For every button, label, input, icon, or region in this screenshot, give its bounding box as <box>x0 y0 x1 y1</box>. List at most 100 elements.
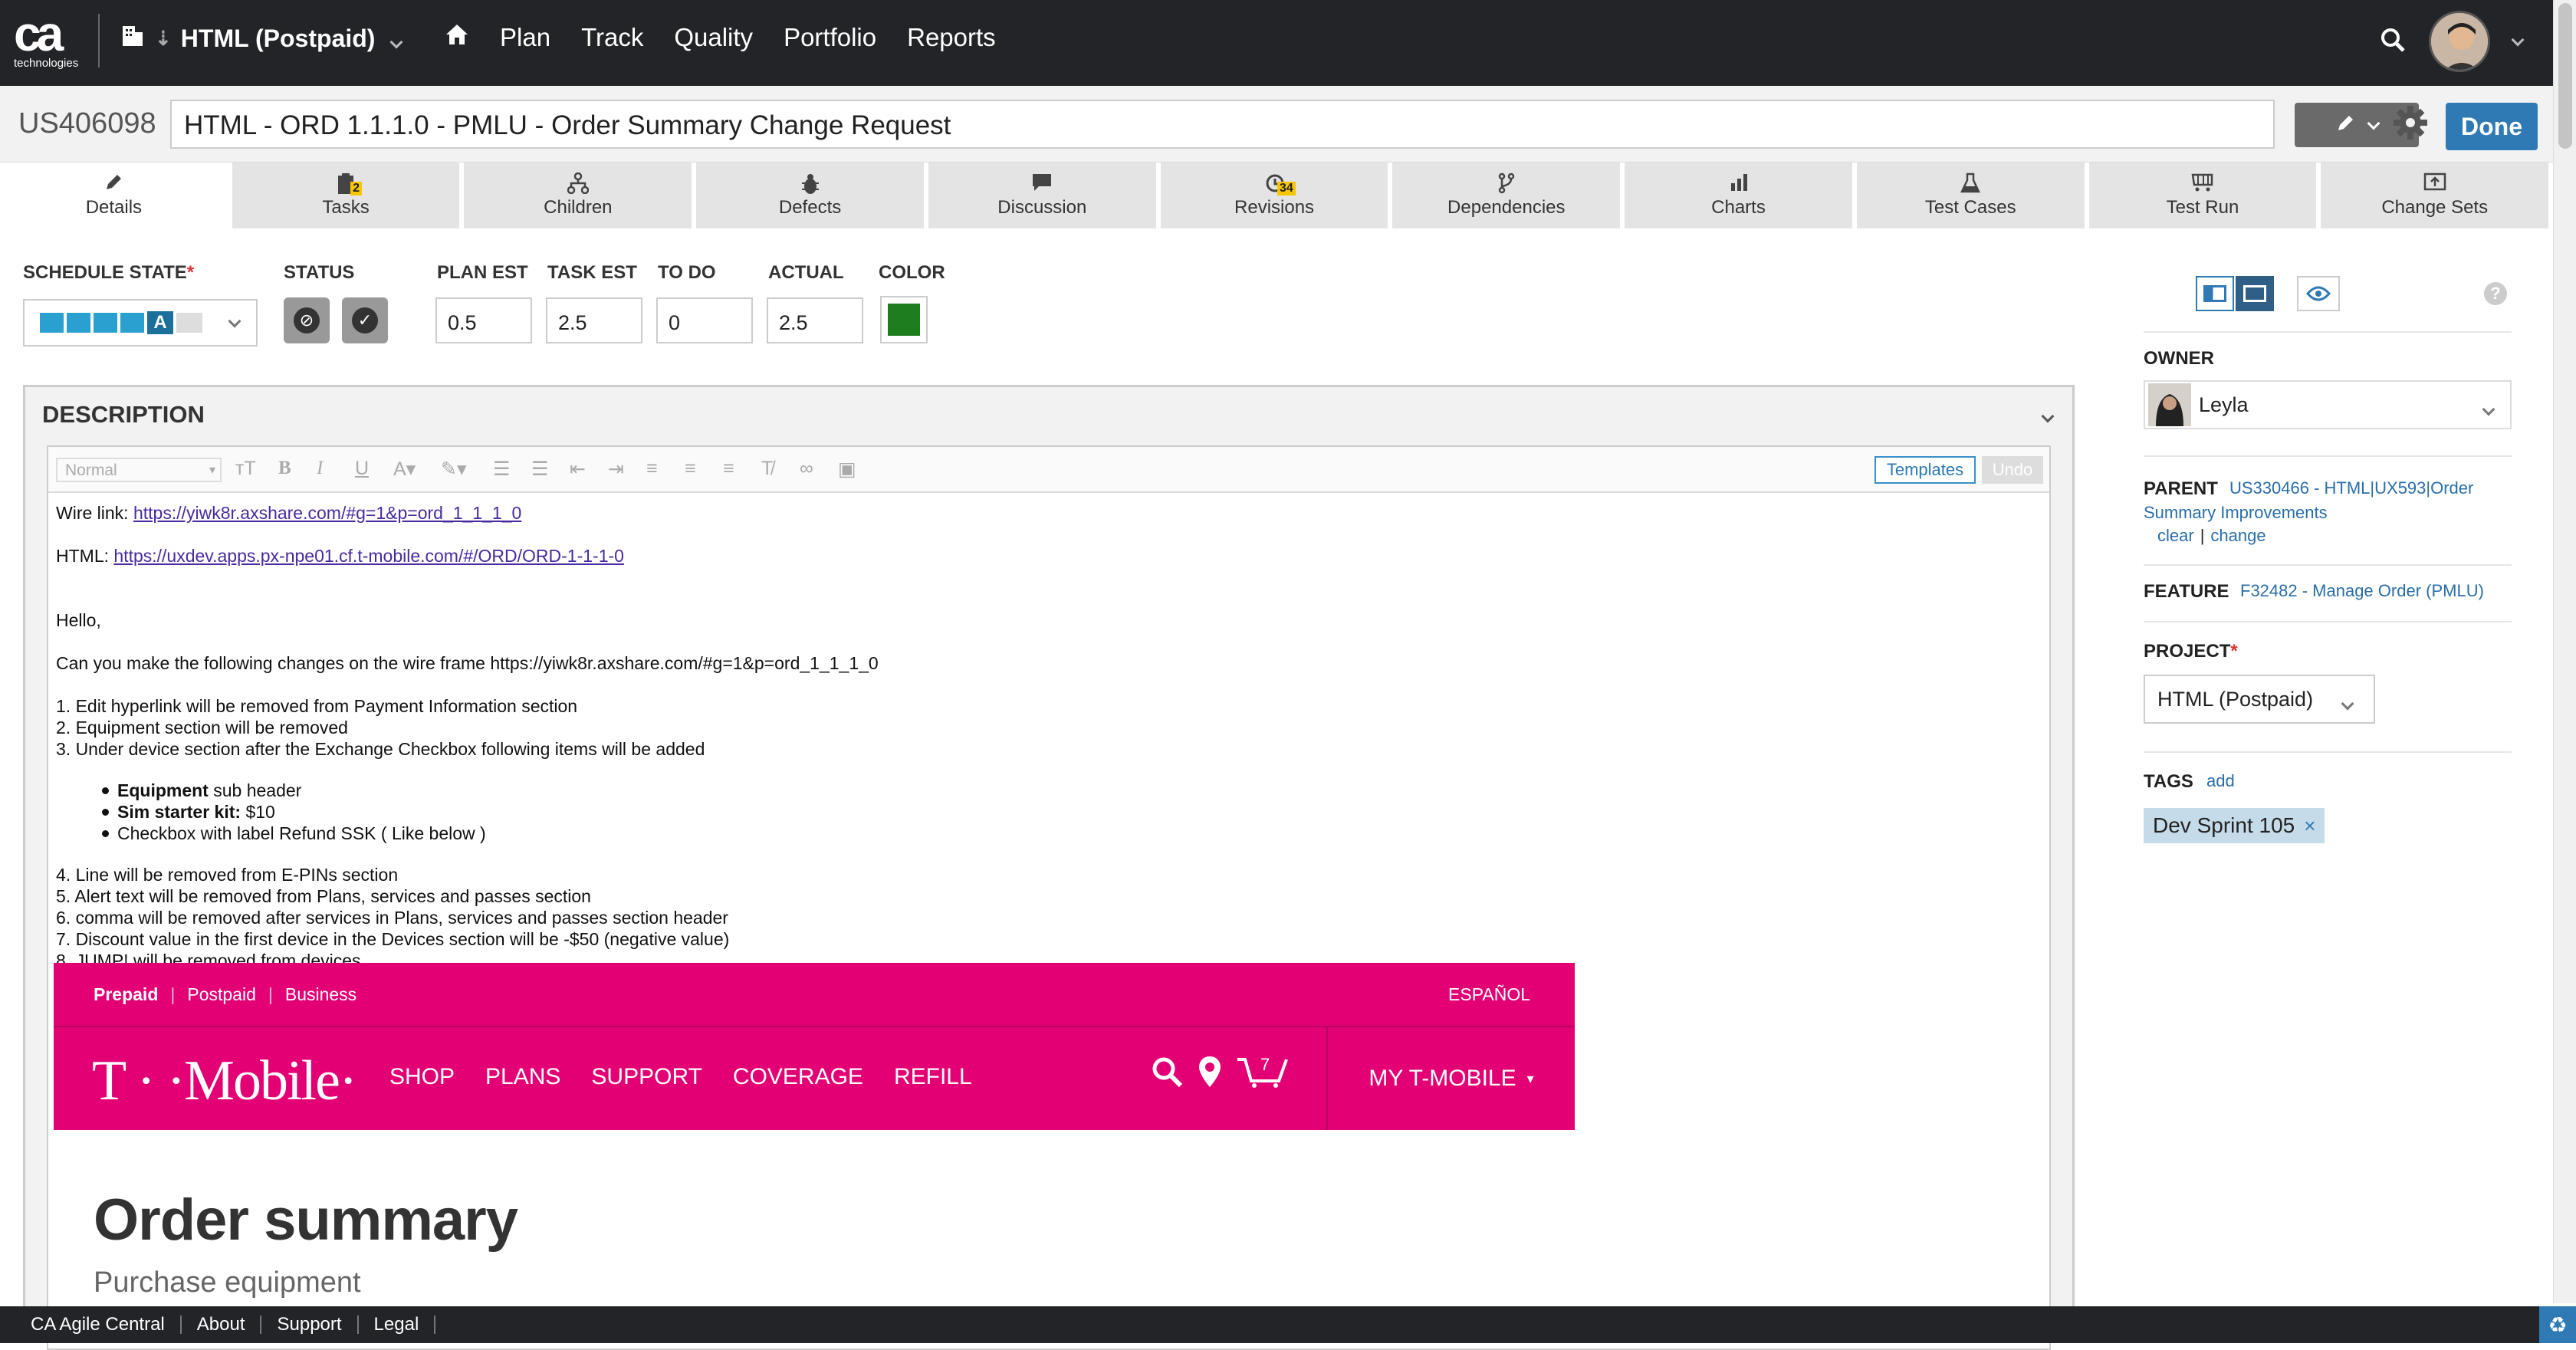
image-icon[interactable]: ▣ <box>838 458 856 481</box>
parent-link-cont[interactable]: Summary Improvements <box>2144 503 2328 523</box>
tab-children[interactable]: Children <box>464 163 697 228</box>
align-center-icon[interactable]: ≡ <box>685 458 696 480</box>
search-icon[interactable] <box>2380 27 2406 57</box>
ordered-list-icon[interactable]: ☰ <box>493 458 510 481</box>
clear-format-icon[interactable]: T̸ <box>761 458 773 480</box>
hierarchy-icon <box>567 172 590 197</box>
recycle-icon[interactable]: ♻ <box>2539 1306 2576 1343</box>
templates-button[interactable]: Templates <box>1875 456 1976 484</box>
main-nav: Plan Track Quality Portfolio Reports <box>445 23 1027 52</box>
html-link[interactable]: https://uxdev.apps.px-npe01.cf.t-mobile.… <box>113 546 624 566</box>
embed-icons: 7 <box>1150 1055 1290 1089</box>
tab-label: Dependencies <box>1447 197 1566 218</box>
gear-icon[interactable] <box>2392 104 2429 145</box>
chevron-down-icon[interactable] <box>2511 33 2525 48</box>
tab-charts[interactable]: Charts <box>1625 163 1857 228</box>
align-left-icon[interactable]: ≡ <box>646 458 658 480</box>
title-input[interactable]: HTML - ORD 1.1.1.0 - PMLU - Order Summar… <box>170 100 2275 149</box>
chevron-down-icon <box>2482 396 2496 419</box>
embed-menu-item: SHOP <box>389 1064 455 1089</box>
chevron-down-icon <box>2367 117 2380 132</box>
italic-icon[interactable]: I <box>317 458 323 479</box>
add-tag-link[interactable]: add <box>2206 771 2235 791</box>
tab-test-cases[interactable]: Test Cases <box>1856 163 2089 228</box>
state-segment[interactable] <box>67 313 90 333</box>
project-select[interactable]: HTML (Postpaid) <box>2144 675 2375 724</box>
outdent-icon[interactable]: ⇤ <box>570 458 586 481</box>
font-color-icon[interactable]: A▾ <box>393 458 416 481</box>
nav-reports[interactable]: Reports <box>907 23 996 52</box>
parent-change-link[interactable]: change <box>2210 526 2266 546</box>
link-icon[interactable]: ∞ <box>800 458 813 480</box>
tab-test-run[interactable]: Test Run <box>2088 163 2321 228</box>
state-segment[interactable] <box>120 313 144 333</box>
indent-icon[interactable]: ⇥ <box>608 458 624 481</box>
nav-plan[interactable]: Plan <box>500 23 550 52</box>
blocked-toggle[interactable]: ⊘ <box>284 297 330 343</box>
owner-picker[interactable]: Leyla <box>2144 380 2512 429</box>
bullet-list-icon[interactable]: ☰ <box>531 458 548 481</box>
highlight-icon[interactable]: ✎▾ <box>441 458 467 481</box>
project-label: PROJECT* <box>2144 641 2238 662</box>
top-navigation-bar: ca technologies ⇣ HTML (Postpaid) Plan T… <box>0 0 2553 86</box>
full-view-icon[interactable] <box>2236 276 2274 311</box>
nav-track[interactable]: Track <box>581 23 643 52</box>
todo-input[interactable]: 0 <box>656 297 753 343</box>
tab-dependencies[interactable]: Dependencies <box>1392 163 1625 228</box>
page-scrollbar[interactable] <box>2553 0 2576 1303</box>
nav-quality[interactable]: Quality <box>674 23 753 52</box>
scrollbar-thumb[interactable] <box>2558 3 2572 149</box>
owner-avatar <box>2148 383 2191 426</box>
state-segment[interactable] <box>94 313 117 333</box>
tab-defects[interactable]: Defects <box>696 163 928 228</box>
actual-input[interactable]: 2.5 <box>767 297 863 343</box>
align-right-icon[interactable]: ≡ <box>723 458 734 480</box>
paragraph-style-select[interactable]: Normal ▾ <box>56 458 222 482</box>
tab-details[interactable]: Details <box>0 163 232 228</box>
plan-est-input[interactable]: 0.5 <box>435 297 532 343</box>
task-est-input[interactable]: 2.5 <box>546 297 642 343</box>
chat-icon <box>1031 172 1053 197</box>
undo-button[interactable]: Undo <box>1982 456 2043 484</box>
nav-portfolio[interactable]: Portfolio <box>784 23 876 52</box>
plan-est-label: PLAN EST <box>437 262 528 283</box>
split-view-icon[interactable] <box>2196 276 2234 311</box>
state-segment-accepted[interactable]: A <box>147 311 173 334</box>
done-button[interactable]: Done <box>2446 103 2538 150</box>
tab-label: Revisions <box>1234 197 1315 218</box>
schedule-state-picker[interactable]: A <box>23 299 258 347</box>
schedule-state-label: SCHEDULE STATE* <box>23 262 195 283</box>
chevron-down-icon[interactable] <box>2041 401 2055 427</box>
color-label: COLOR <box>879 262 945 283</box>
bold-icon[interactable]: B <box>278 458 291 479</box>
help-icon[interactable]: ? <box>2484 282 2507 305</box>
footer-about[interactable]: About <box>182 1316 262 1334</box>
underline-icon[interactable]: U <box>355 458 369 480</box>
tab-discussion[interactable]: Discussion <box>928 163 1161 228</box>
parent-link[interactable]: US330466 - HTML|UX593|Order <box>2229 478 2473 498</box>
footer-ca-agile-central[interactable]: CA Agile Central <box>0 1316 182 1334</box>
state-segment[interactable] <box>176 313 202 333</box>
tab-change-sets[interactable]: Change Sets <box>2321 163 2554 228</box>
parent-clear-link[interactable]: clear <box>2157 526 2194 546</box>
user-avatar[interactable] <box>2429 11 2490 72</box>
ca-logo[interactable]: ca technologies <box>14 9 83 75</box>
feature-link[interactable]: F32482 - Manage Order (PMLU) <box>2240 581 2484 601</box>
ready-toggle[interactable]: ✓ <box>342 297 388 343</box>
close-icon[interactable]: × <box>2304 814 2315 838</box>
font-size-icon[interactable]: ᴛT <box>235 458 256 480</box>
tab-revisions[interactable]: 34 Revisions <box>1160 163 1393 228</box>
wire-link[interactable]: https://yiwk8r.axshare.com/#g=1&p=ord_1_… <box>133 503 521 523</box>
artifact-header: US406098 HTML - ORD 1.1.1.0 - PMLU - Ord… <box>0 86 2553 163</box>
eye-icon[interactable] <box>2297 276 2340 311</box>
footer-support[interactable]: Support <box>261 1316 359 1334</box>
footer-legal[interactable]: Legal <box>359 1316 436 1334</box>
embed-purchase-equipment: Purchase equipment <box>94 1266 361 1299</box>
home-icon[interactable] <box>445 23 469 52</box>
state-segment[interactable] <box>40 313 64 333</box>
tab-tasks[interactable]: 2 Tasks <box>232 163 465 228</box>
blocked-icon: ⊘ <box>294 307 320 333</box>
project-picker[interactable]: ⇣ HTML (Postpaid) <box>121 23 403 54</box>
feature-label: FEATURE <box>2144 581 2229 602</box>
color-picker[interactable] <box>880 296 928 343</box>
